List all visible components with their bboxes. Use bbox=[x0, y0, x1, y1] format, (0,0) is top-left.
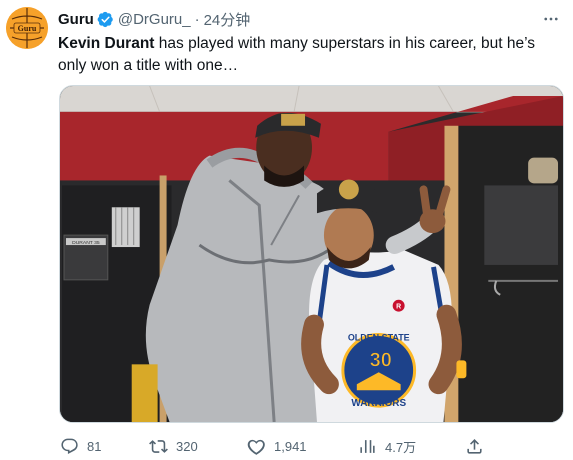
tweet-header: Guru @DrGuru_ · 24分钟 bbox=[58, 8, 250, 30]
jersey-text-bottom: WARRIORS bbox=[351, 398, 406, 409]
jersey-text-top: OLDEN STATE bbox=[348, 332, 410, 342]
tweet-text-bold: Kevin Durant bbox=[58, 35, 155, 52]
reply-count: 81 bbox=[87, 438, 102, 454]
jersey-number: 30 bbox=[370, 349, 392, 371]
author-handle[interactable]: @DrGuru_ bbox=[118, 11, 191, 28]
heart-icon bbox=[247, 439, 265, 455]
tweet-text: Kevin Durant has played with many supers… bbox=[58, 33, 566, 77]
retweet-button[interactable]: 320 bbox=[149, 437, 198, 456]
tweet-timestamp[interactable]: 24分钟 bbox=[204, 9, 251, 30]
tweet-card[interactable]: Guru Guru @DrGuru_ · 24分钟 Kevin Durant h… bbox=[0, 0, 573, 460]
locker-nameplate: DURANT 35 bbox=[72, 240, 100, 246]
views-button[interactable]: 4.7万 bbox=[358, 437, 416, 456]
share-button[interactable] bbox=[465, 437, 492, 456]
more-options-icon[interactable] bbox=[539, 10, 563, 28]
views-count: 4.7万 bbox=[385, 439, 417, 455]
separator-dot: · bbox=[194, 10, 200, 28]
verified-badge-icon bbox=[97, 11, 114, 28]
author-display-name[interactable]: Guru bbox=[58, 11, 94, 28]
jersey-sponsor-patch: R bbox=[396, 304, 401, 311]
retweet-count: 320 bbox=[176, 438, 198, 454]
share-icon bbox=[467, 438, 482, 454]
reply-icon bbox=[61, 438, 78, 454]
like-button[interactable]: 1,941 bbox=[247, 437, 307, 456]
avatar-text: Guru bbox=[18, 24, 37, 33]
avatar[interactable]: Guru bbox=[6, 7, 48, 49]
reply-button[interactable]: 81 bbox=[60, 437, 101, 456]
tweet-actions: 81 320 1,941 4.7万 bbox=[58, 434, 488, 458]
views-chart-icon bbox=[360, 439, 375, 453]
like-count: 1,941 bbox=[274, 438, 307, 454]
tweet-photo[interactable]: DURANT 35 R OLDEN STATE 30 WARRIORS bbox=[59, 85, 564, 423]
retweet-icon bbox=[149, 439, 168, 453]
